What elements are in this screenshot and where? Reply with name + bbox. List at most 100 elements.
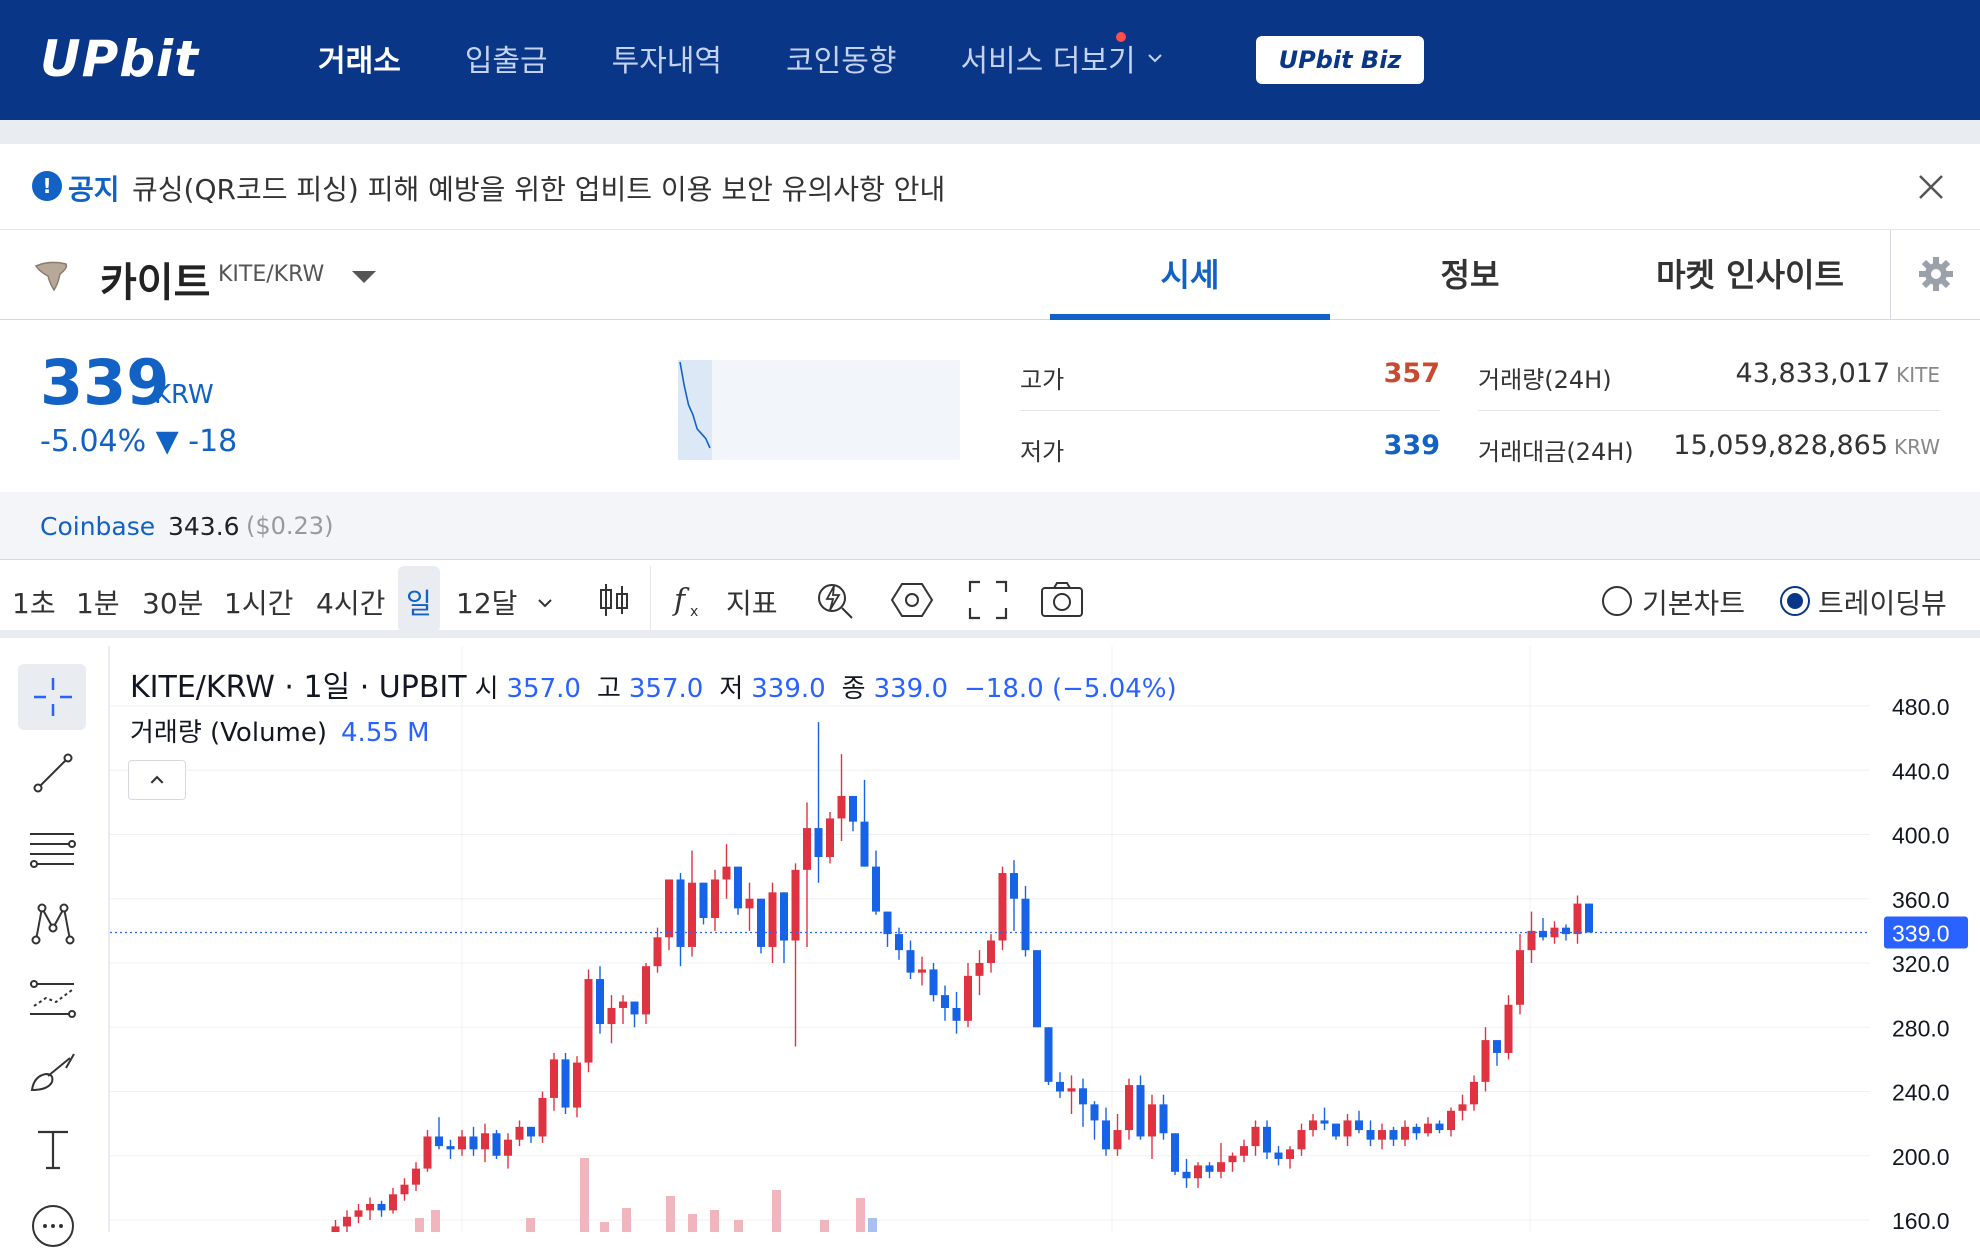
low-label: 저가: [1020, 438, 1065, 466]
volume-legend-value: 4.55 M: [341, 718, 430, 748]
candle-body: [1217, 1162, 1225, 1172]
interval-1s[interactable]: 1초: [12, 582, 56, 622]
legend-open: 357.0: [506, 674, 581, 704]
candle-body: [837, 795, 846, 819]
kite-coin-icon: [34, 261, 68, 292]
trend-line-icon[interactable]: [26, 746, 80, 800]
candle-body: [1309, 1120, 1317, 1131]
caret-down-icon[interactable]: [350, 268, 378, 286]
candle-body: [607, 1007, 616, 1025]
candle-body: [584, 979, 593, 1063]
camera-icon[interactable]: [1040, 578, 1084, 622]
turnover-24h-unit: KRW: [1894, 435, 1940, 459]
candle-body: [1079, 1088, 1087, 1105]
collapse-legend-button[interactable]: [128, 760, 186, 800]
volume-bar: [526, 1218, 535, 1232]
volume-bar: [734, 1220, 743, 1232]
nav-exchange[interactable]: 거래소: [318, 36, 401, 80]
candle-body: [1435, 1123, 1444, 1131]
candle-body: [1332, 1123, 1340, 1137]
high-value: 357: [1383, 358, 1440, 389]
y-axis-tick-label: 160.0: [1892, 1208, 1950, 1232]
y-axis-tick-label: 200.0: [1892, 1144, 1950, 1170]
candle-body: [918, 969, 926, 973]
candle-body: [469, 1136, 478, 1150]
legend-low-label: 저: [719, 674, 744, 704]
search-lightning-icon[interactable]: [814, 578, 858, 622]
interval-1m[interactable]: 1분: [76, 582, 120, 622]
candle-body: [446, 1146, 455, 1150]
candle-body: [412, 1168, 420, 1185]
candle-body: [688, 882, 696, 947]
price-unit: KRW: [154, 380, 214, 410]
fullscreen-icon[interactable]: [966, 578, 1010, 622]
hexagon-settings-icon[interactable]: [890, 578, 934, 622]
fib-lines-icon[interactable]: [26, 822, 80, 876]
volume-24h-value: 43,833,017: [1735, 358, 1891, 389]
candle-body: [1251, 1126, 1260, 1147]
pattern-icon[interactable]: [26, 896, 80, 950]
intraday-mini-chart: [678, 360, 960, 460]
candle-body: [1228, 1155, 1237, 1163]
candle-body: [1378, 1130, 1386, 1140]
candle-body: [435, 1136, 443, 1147]
volume-24h-unit: KITE: [1896, 363, 1940, 387]
forecast-icon[interactable]: [26, 972, 80, 1026]
tab-market-insight[interactable]: 마켓 인사이트: [1610, 250, 1890, 296]
tab-price[interactable]: 시세: [1050, 250, 1330, 296]
candle-body: [757, 898, 765, 947]
interval-1d[interactable]: 일: [406, 582, 432, 622]
notice-text[interactable]: 큐싱(QR코드 피싱) 피해 예방을 위한 업비트 이용 보안 유의사항 안내: [132, 168, 945, 208]
candle-body: [423, 1136, 432, 1169]
coin-pair: KITE/KRW: [218, 262, 325, 287]
candle-body: [1573, 903, 1582, 935]
volume-bar: [868, 1218, 877, 1232]
nav-coin-trends[interactable]: 코인동향: [786, 36, 896, 80]
candle-body: [354, 1210, 363, 1217]
nav-deposit-withdraw[interactable]: 입출금: [465, 36, 548, 80]
notice-banner[interactable]: ! 공지 큐싱(QR코드 피싱) 피해 예방을 위한 업비트 이용 보안 유의사…: [0, 144, 1980, 230]
candle-body: [1424, 1123, 1432, 1134]
tab-info[interactable]: 정보: [1330, 250, 1610, 296]
tradingview-radio[interactable]: [1780, 586, 1810, 616]
upbit-logo[interactable]: UPbit: [40, 30, 199, 88]
upbit-biz-button[interactable]: UPbit Biz: [1256, 36, 1424, 84]
chart-toolbar: 1초 1분 30분 1시간 4시간 일 12달 f x 지표 기본차트 트레이딩…: [0, 560, 1980, 638]
candle-body: [952, 1007, 961, 1021]
candle-body: [1194, 1165, 1202, 1179]
candle-body: [1125, 1085, 1133, 1131]
candle-body: [803, 828, 811, 870]
interval-12mo[interactable]: 12달: [456, 582, 517, 622]
function-icon[interactable]: f x: [668, 578, 712, 622]
indicator-button[interactable]: 지표: [726, 582, 778, 622]
nav-more-services[interactable]: 서비스 더보기: [960, 32, 1163, 80]
crosshair-icon[interactable]: [26, 670, 80, 724]
candle-body: [331, 1226, 340, 1232]
text-tool-icon[interactable]: [26, 1122, 80, 1176]
divider: [1478, 410, 1940, 411]
main-nav: 거래소 입출금 투자내역 코인동향 서비스 더보기: [318, 32, 1164, 80]
basic-chart-label[interactable]: 기본차트: [1642, 582, 1745, 622]
volume-bar: [710, 1210, 719, 1232]
candle-body: [1159, 1104, 1168, 1134]
more-tools-icon[interactable]: [26, 1196, 80, 1250]
turnover-24h-label: 거래대금(24H): [1478, 438, 1634, 466]
chevron-down-icon[interactable]: [530, 588, 560, 618]
y-axis-tick-label: 440.0: [1892, 758, 1950, 784]
interval-1h[interactable]: 1시간: [224, 582, 293, 622]
tradingview-label[interactable]: 트레이딩뷰: [1818, 582, 1947, 622]
brush-icon[interactable]: [26, 1046, 80, 1100]
interval-30m[interactable]: 30분: [142, 582, 203, 622]
nav-investments[interactable]: 투자내역: [612, 36, 722, 80]
close-icon[interactable]: [1914, 170, 1948, 204]
gear-icon[interactable]: [1918, 256, 1954, 292]
candle-body: [722, 866, 731, 880]
basic-chart-radio[interactable]: [1602, 586, 1632, 616]
candle-body: [1493, 1040, 1501, 1053]
coinbase-label[interactable]: Coinbase: [40, 512, 155, 541]
interval-4h[interactable]: 4시간: [316, 582, 385, 622]
svg-text:f: f: [672, 583, 690, 618]
candlestick-type-icon[interactable]: [592, 578, 636, 622]
volume-24h: 43,833,017 KITE: [1660, 358, 1940, 389]
candle-body: [711, 879, 719, 919]
